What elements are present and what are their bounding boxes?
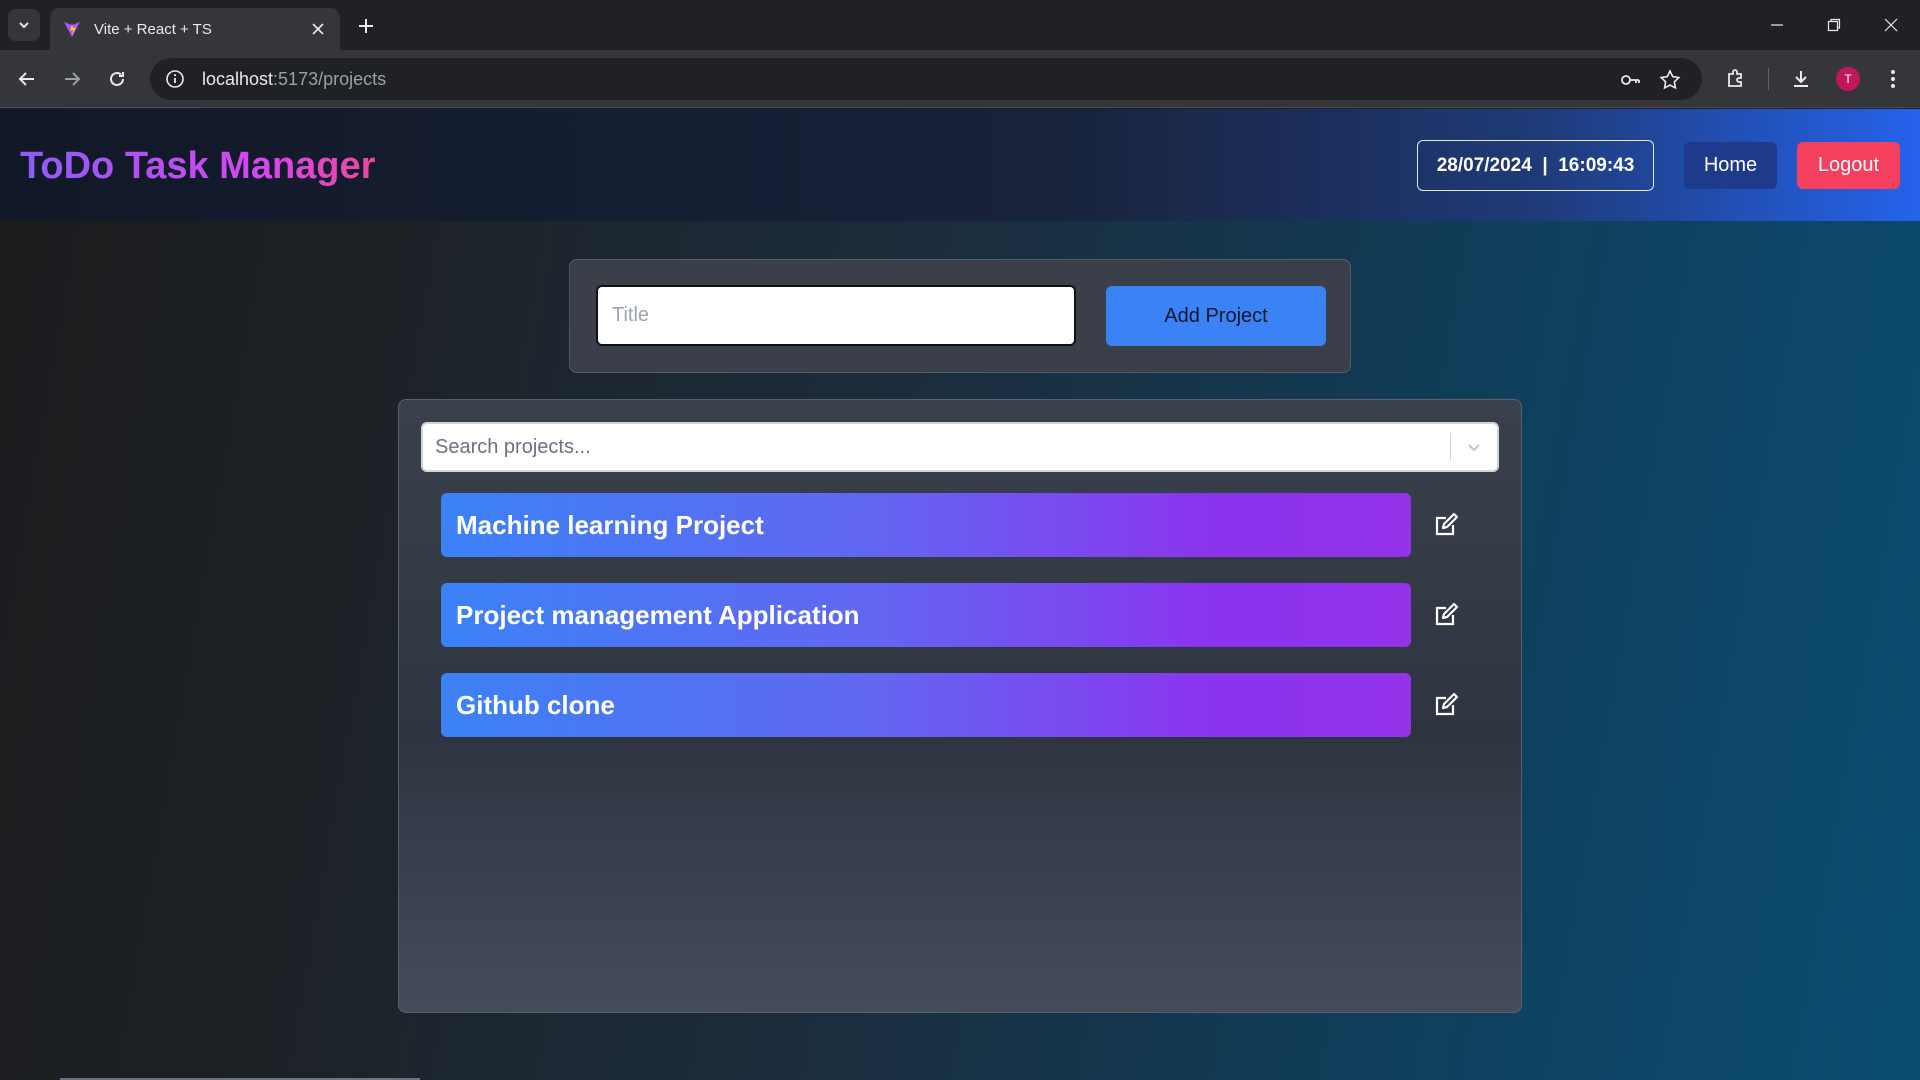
project-item[interactable]: Project management Application [441,583,1411,647]
reload-button[interactable] [101,63,133,95]
project-name: Machine learning Project [456,509,764,540]
restore-icon [1827,18,1841,32]
new-tab-button[interactable] [352,12,380,40]
search-input[interactable] [423,435,1450,459]
project-list-card: Machine learning Project Project managem… [398,399,1522,1013]
edit-icon[interactable] [1429,688,1463,722]
project-title-input[interactable] [596,285,1076,346]
close-window-button[interactable] [1871,10,1911,40]
menu-icon[interactable] [1879,65,1907,93]
app-header: ToDo Task Manager 28/07/2024 | 16:09:43 … [0,109,1920,221]
vite-icon [62,19,82,39]
star-icon[interactable] [1658,68,1682,92]
add-project-button[interactable]: Add Project [1106,286,1326,346]
key-icon[interactable] [1618,68,1642,92]
profile-avatar[interactable]: T [1836,67,1860,91]
datetime-display: 28/07/2024 | 16:09:43 [1417,140,1654,191]
browser-tab[interactable]: Vite + React + TS [50,8,340,50]
url-host: localhost [202,68,274,89]
minimize-icon [1771,24,1783,26]
project-search-select[interactable] [421,422,1499,472]
tab-list-button[interactable] [8,9,40,41]
extensions-icon[interactable] [1722,65,1750,93]
browser-tab-bar: Vite + React + TS [0,0,1920,50]
plus-icon [359,19,373,33]
edit-icon[interactable] [1429,508,1463,542]
address-bar[interactable]: localhost:5173/projects [150,58,1702,100]
project-item[interactable]: Github clone [441,673,1411,737]
project-name: Project management Application [456,599,860,630]
back-button[interactable] [11,63,43,95]
forward-button[interactable] [56,63,88,95]
project-item[interactable]: Machine learning Project [441,493,1411,557]
download-icon[interactable] [1787,65,1815,93]
app-viewport: ToDo Task Manager 28/07/2024 | 16:09:43 … [0,109,1920,1080]
restore-button[interactable] [1814,10,1854,40]
home-button[interactable]: Home [1684,142,1777,189]
close-icon [1884,18,1898,32]
arrow-left-icon [18,72,34,86]
project-name: Github clone [456,689,615,720]
arrow-right-icon [65,72,81,86]
toolbar-divider [1768,68,1769,90]
browser-toolbar: localhost:5173/projects T [0,50,1920,108]
chevron-down-icon [19,22,29,29]
minimize-button[interactable] [1757,10,1797,40]
site-info-icon[interactable] [164,68,186,90]
close-icon[interactable] [308,19,328,39]
logout-button[interactable]: Logout [1797,142,1900,189]
app-title: ToDo Task Manager [20,145,376,187]
tab-title: Vite + React + TS [94,20,212,38]
add-project-card: Add Project [569,259,1351,373]
reload-icon [110,71,124,86]
url-path: :5173/projects [273,68,387,89]
edit-icon[interactable] [1429,598,1463,632]
datetime-text: 28/07/2024 | 16:09:43 [1436,154,1635,176]
chevron-down-icon[interactable] [1451,424,1497,470]
